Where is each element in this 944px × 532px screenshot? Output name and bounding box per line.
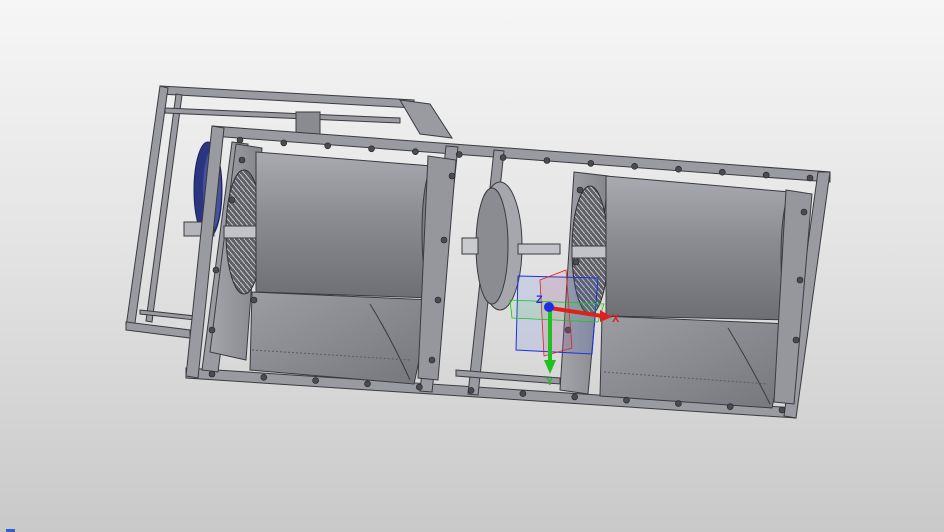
bolt: [280, 139, 288, 147]
cad-model-scene[interactable]: X Y Z: [0, 0, 944, 532]
bolt: [428, 356, 436, 364]
bolt: [368, 145, 375, 153]
bolt: [718, 168, 726, 176]
bolt: [675, 165, 682, 173]
bolt: [208, 370, 216, 378]
bolt: [631, 163, 638, 170]
bolt: [587, 160, 595, 167]
bolt: [250, 296, 258, 304]
bolt: [364, 380, 371, 388]
y-axis-label: Y: [546, 376, 554, 388]
bolt: [519, 390, 527, 397]
bolt: [796, 276, 804, 284]
bolt: [806, 174, 814, 182]
bolt: [572, 258, 580, 266]
bolt: [208, 326, 216, 334]
bolt: [412, 148, 419, 155]
bolt: [434, 296, 442, 304]
bolt: [800, 208, 808, 216]
bolt: [726, 403, 734, 411]
bolt: [238, 156, 246, 164]
bolt: [576, 186, 584, 194]
bolt: [623, 396, 630, 404]
bolt: [324, 142, 332, 150]
right-blower[interactable]: [559, 171, 813, 409]
left-blower[interactable]: [209, 143, 457, 385]
bolt: [455, 151, 463, 158]
bolt: [675, 400, 682, 407]
bolt: [440, 236, 448, 244]
bolt: [543, 157, 551, 164]
bolt: [312, 377, 319, 384]
bolt: [778, 406, 786, 414]
bolt: [499, 154, 507, 161]
bolt: [792, 336, 800, 344]
y-axis-arrowhead[interactable]: [544, 360, 556, 374]
z-axis-label: Z: [536, 294, 543, 306]
x-axis-label: X: [612, 313, 620, 325]
bolt: [762, 171, 770, 179]
bolt: [415, 383, 423, 391]
bolt: [236, 136, 244, 144]
bolt: [212, 266, 220, 274]
bolt: [228, 196, 236, 204]
bolt: [467, 387, 475, 394]
bolt: [260, 373, 268, 381]
bolt: [448, 172, 456, 180]
3d-viewport[interactable]: X Y Z: [0, 0, 944, 532]
z-axis-origin[interactable]: [544, 302, 554, 312]
bolt: [571, 393, 579, 401]
